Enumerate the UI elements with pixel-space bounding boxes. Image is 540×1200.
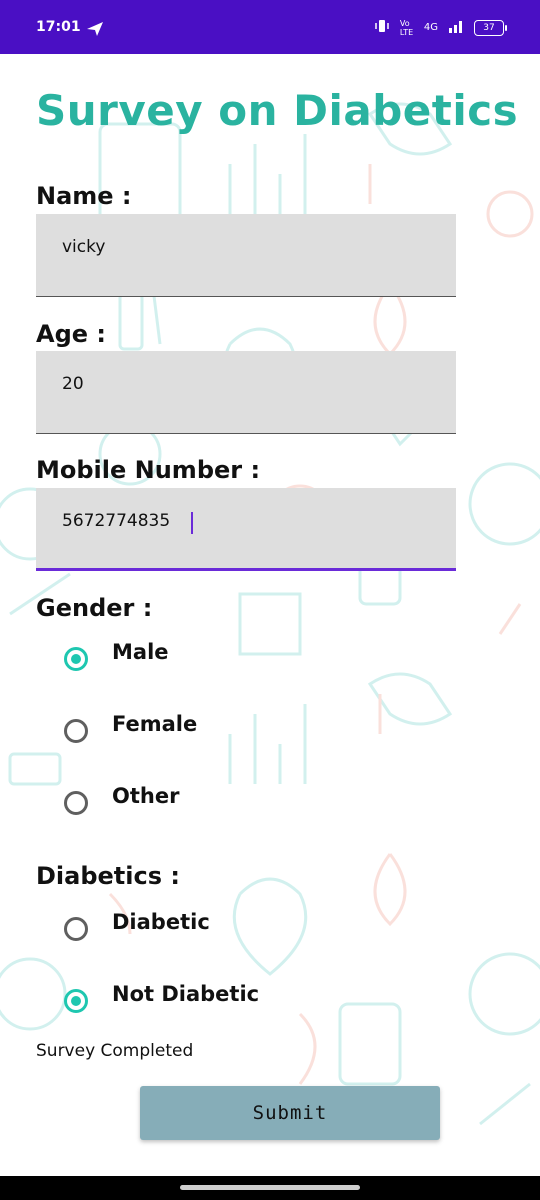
radio-unchecked-icon[interactable] [64, 791, 88, 815]
name-label: Name : [36, 182, 132, 210]
signal-icon [448, 19, 464, 36]
radio-unchecked-icon[interactable] [64, 917, 88, 941]
radio-label: Diabetic [112, 910, 210, 934]
gender-label: Gender : [36, 594, 153, 622]
gender-option-male[interactable]: Male [64, 639, 169, 679]
age-label: Age : [36, 320, 106, 348]
radio-label: Other [112, 784, 180, 808]
home-gesture-handle[interactable] [180, 1185, 360, 1190]
radio-label: Male [112, 640, 169, 664]
status-bar: 17:01 Vo LTE 4G 37 [0, 0, 540, 54]
radio-label: Not Diabetic [112, 982, 260, 1006]
page-title: Survey on Diabetics [36, 86, 519, 135]
survey-status-text: Survey Completed [36, 1041, 194, 1061]
battery-icon: 37 [474, 19, 507, 36]
vibrate-icon [374, 18, 390, 37]
diabetics-option-diabetic[interactable]: Diabetic [64, 909, 210, 949]
mobile-label: Mobile Number : [36, 456, 261, 484]
gender-option-female[interactable]: Female [64, 711, 197, 751]
radio-unchecked-icon[interactable] [64, 719, 88, 743]
radio-checked-icon[interactable] [64, 647, 88, 671]
age-field-container [36, 351, 456, 434]
age-field[interactable] [60, 373, 434, 395]
radio-checked-icon[interactable] [64, 989, 88, 1013]
submit-button[interactable]: Submit [140, 1086, 440, 1140]
status-indicators: Vo LTE 4G 37 [374, 18, 507, 37]
diabetics-option-not-diabetic[interactable]: Not Diabetic [64, 981, 259, 1021]
survey-form: Survey on Diabetics Name : Age : Mobile … [0, 54, 540, 1176]
name-field[interactable] [60, 236, 434, 258]
network-type: 4G [423, 22, 438, 33]
gender-option-other[interactable]: Other [64, 783, 179, 823]
radio-label: Female [112, 712, 198, 736]
mobile-field[interactable] [60, 510, 434, 532]
diabetics-label: Diabetics : [36, 862, 180, 890]
name-field-container [36, 214, 456, 297]
battery-level: 37 [483, 22, 495, 33]
status-time: 17:01 [36, 19, 81, 35]
volte-label: Vo LTE [399, 18, 414, 37]
navigation-bar [0, 1176, 540, 1200]
text-cursor [191, 512, 193, 534]
mobile-field-container [36, 488, 456, 571]
navigation-arrow-icon [86, 21, 104, 41]
